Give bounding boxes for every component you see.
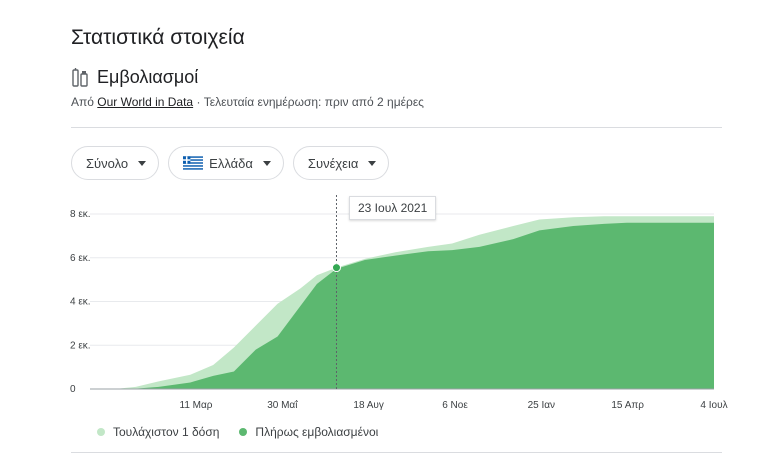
chart-tooltip: 23 Ιουλ 2021 <box>349 196 437 220</box>
section-title: Εμβολιασμοί <box>97 67 199 87</box>
syringe-icon <box>72 67 88 87</box>
caret-down-icon <box>262 160 271 166</box>
y-tick-label: 0 <box>70 384 76 395</box>
legend-dot-light <box>97 428 105 436</box>
x-tick-label: 15 Απρ <box>611 400 644 411</box>
legend-label: Τουλάχιστον 1 δόση <box>113 425 220 439</box>
x-tick-label: 30 Μαΐ <box>267 399 298 411</box>
vaccination-chart[interactable]: 0 2 εκ. 4 εκ. 6 εκ. 8 εκ. 11 Μαρ 30 Μαΐ 18 Αυγ 6… <box>0 190 778 420</box>
x-tick-label: 6 Νοε <box>442 400 468 411</box>
source-prefix: Από <box>71 95 98 109</box>
bottom-divider <box>71 452 722 453</box>
x-tick-label: 18 Αυγ <box>353 400 384 411</box>
country-dropdown[interactable]: Ελλάδα <box>168 146 284 180</box>
range-dropdown[interactable]: Συνέχεια <box>292 146 390 180</box>
source-line: Από Our World in Data · Τελευταία ενημέρ… <box>71 95 424 109</box>
legend-item-fully: Πλήρως εμβολιασμένοι <box>239 425 378 439</box>
page-title: Στατιστικά στοιχεία <box>71 26 245 49</box>
y-tick-label: 4 εκ. <box>70 297 91 308</box>
legend-dot-dark <box>239 428 248 436</box>
metric-dropdown-label: Σύνολο <box>86 155 129 171</box>
x-tick-label: 11 Μαρ <box>180 400 213 411</box>
x-tick-label: 4 Ιουλ <box>700 400 727 411</box>
series-area-fully <box>115 222 714 389</box>
update-info: · Τελευταία ενημέρωση: πριν από 2 ημέρες <box>193 95 424 109</box>
country-dropdown-label: Ελλάδα <box>209 155 253 171</box>
chart-legend: Τουλάχιστον 1 δόση Πλήρως εμβολιασμένοι <box>97 425 398 439</box>
range-dropdown-label: Συνέχεια <box>307 155 359 171</box>
y-tick-label: 8 εκ. <box>70 209 91 220</box>
caret-down-icon <box>138 160 147 166</box>
greece-flag-icon <box>183 156 204 170</box>
y-tick-label: 6 εκ. <box>70 253 91 264</box>
source-link[interactable]: Our World in Data <box>97 95 193 109</box>
filter-bar: Σύνολο Ελλάδα Συνέχεια <box>71 146 390 180</box>
tooltip-date: 23 Ιουλ 2021 <box>358 201 428 215</box>
highlight-point <box>331 263 341 273</box>
legend-label: Πλήρως εμβολιασμένοι <box>255 425 379 439</box>
legend-item-at-least-one: Τουλάχιστον 1 δόση <box>97 425 219 439</box>
y-tick-label: 2 εκ. <box>70 340 91 351</box>
top-divider <box>71 127 722 128</box>
x-tick-label: 25 Ιαν <box>528 400 555 411</box>
caret-down-icon <box>368 160 377 166</box>
section-header: Εμβολιασμοί <box>71 67 198 88</box>
metric-dropdown[interactable]: Σύνολο <box>71 146 160 180</box>
